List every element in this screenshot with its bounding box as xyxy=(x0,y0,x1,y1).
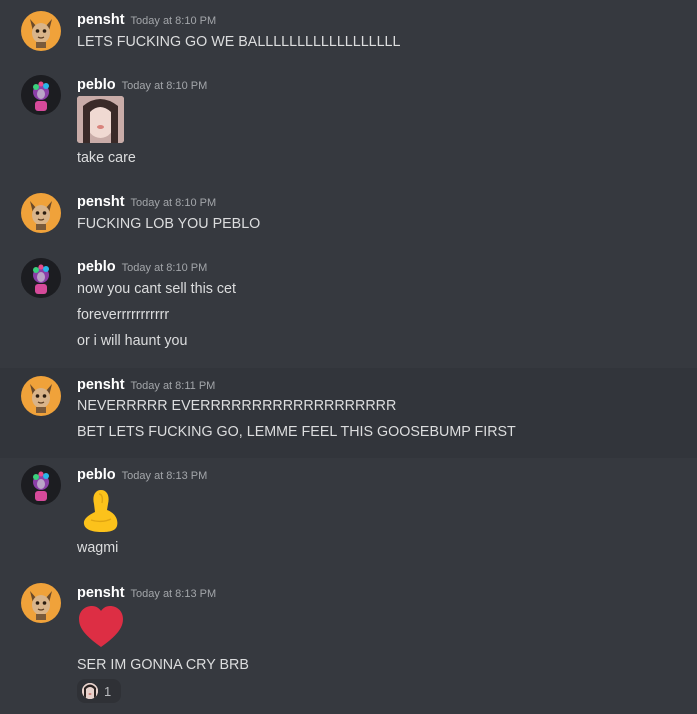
peblo-avatar-icon xyxy=(21,75,61,115)
timestamp: Today at 8:11 PM xyxy=(130,380,216,392)
message-text: BET LETS FUCKING GO, LEMME FEEL THIS GOO… xyxy=(77,424,516,440)
message-header: pensht Today at 8:13 PM xyxy=(77,584,216,602)
timestamp: Today at 8:10 PM xyxy=(130,15,217,27)
message-header: pensht Today at 8:10 PM xyxy=(77,11,216,29)
pensht-avatar[interactable] xyxy=(21,376,61,416)
message-header: peblo Today at 8:13 PM xyxy=(77,466,207,484)
peblo-avatar[interactable] xyxy=(21,75,61,115)
selfie-image xyxy=(77,96,124,143)
pensht-avatar[interactable] xyxy=(21,193,61,233)
timestamp: Today at 8:13 PM xyxy=(121,470,208,482)
message-header: peblo Today at 8:10 PM xyxy=(77,76,207,94)
peblo-avatar[interactable] xyxy=(21,465,61,505)
username[interactable]: peblo xyxy=(77,77,116,93)
pinched-fingers-emoji xyxy=(77,486,125,534)
timestamp: Today at 8:10 PM xyxy=(121,80,208,92)
timestamp: Today at 8:10 PM xyxy=(130,197,217,209)
message-4: peblo Today at 8:10 PM now you cant sell … xyxy=(0,245,697,367)
username[interactable]: pensht xyxy=(77,377,125,393)
message-5: pensht Today at 8:11 PM NEVERRRRR EVERRRR… xyxy=(0,368,697,458)
reaction-count: 1 xyxy=(104,683,112,699)
username[interactable]: pensht xyxy=(77,12,125,28)
reaction-button[interactable]: 1 xyxy=(77,679,121,703)
cat-avatar-icon xyxy=(30,201,52,230)
peblo-avatar-icon xyxy=(21,465,61,505)
pensht-avatar[interactable] xyxy=(21,11,61,51)
timestamp: Today at 8:10 PM xyxy=(121,262,208,274)
message-text: FUCKING LOB YOU PEBLO xyxy=(77,216,261,232)
image-attachment[interactable] xyxy=(77,96,124,143)
cat-avatar-icon xyxy=(30,591,52,620)
timestamp: Today at 8:13 PM xyxy=(130,588,217,600)
message-7: pensht Today at 8:13 PM SER IM GONNA CRY … xyxy=(0,576,697,714)
message-text: foreverrrrrrrrrrr xyxy=(77,307,170,323)
message-2: peblo Today at 8:10 PM take care xyxy=(0,60,697,180)
message-1: pensht Today at 8:10 PM LETS FUCKING GO W… xyxy=(0,0,697,60)
message-text: take care xyxy=(77,150,136,166)
username[interactable]: peblo xyxy=(77,259,116,275)
message-3: pensht Today at 8:10 PM FUCKING LOB YOU P… xyxy=(0,180,697,245)
message-header: pensht Today at 8:11 PM xyxy=(77,376,215,394)
red-heart-emoji xyxy=(77,603,125,651)
username[interactable]: pensht xyxy=(77,585,125,601)
message-text: or i will haunt you xyxy=(77,333,188,349)
message-text: wagmi xyxy=(77,540,119,556)
message-text: NEVERRRRR EVERRRRRRRRRRRRRRRRRRR xyxy=(77,398,397,414)
message-header: peblo Today at 8:10 PM xyxy=(77,258,207,276)
pensht-avatar[interactable] xyxy=(21,583,61,623)
reaction-emoji-icon xyxy=(82,683,98,699)
username[interactable]: pensht xyxy=(77,194,125,210)
username[interactable]: peblo xyxy=(77,467,116,483)
cat-avatar-icon xyxy=(30,384,52,413)
message-header: pensht Today at 8:10 PM xyxy=(77,193,216,211)
cat-avatar-icon xyxy=(30,19,52,48)
message-6: peblo Today at 8:13 PM wagmi xyxy=(0,458,697,576)
message-text: LETS FUCKING GO WE BALLLLLLLLLLLLLLLLLL xyxy=(77,34,401,50)
message-text: now you cant sell this cet xyxy=(77,281,236,297)
message-text: SER IM GONNA CRY BRB xyxy=(77,657,249,673)
peblo-avatar-icon xyxy=(21,258,61,298)
peblo-avatar[interactable] xyxy=(21,258,61,298)
